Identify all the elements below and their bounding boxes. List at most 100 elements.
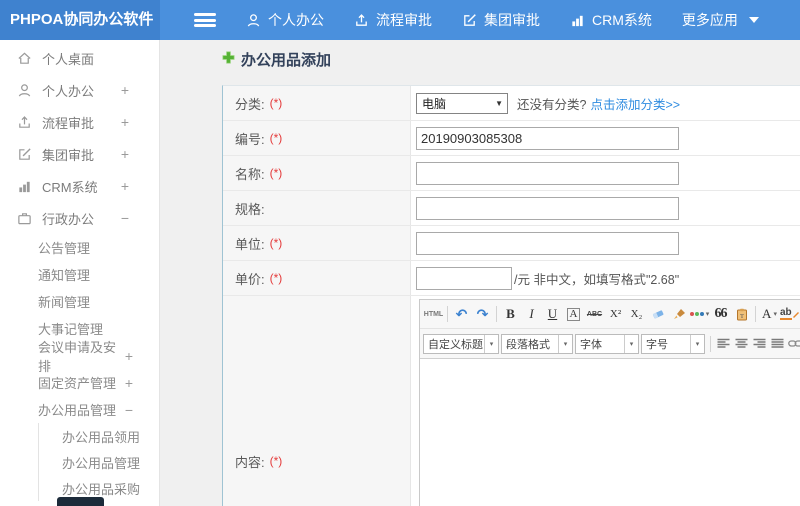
sidebar-item-desktop[interactable]: 个人桌面 [0, 42, 159, 74]
blockquote-button[interactable]: 66 [710, 304, 731, 324]
main-content: 办公用品添加 分类: (*) 电脑 ▼ 还没有分类? 点击添加分类>> 编号: … [160, 40, 800, 506]
editor-content-area[interactable] [420, 359, 800, 506]
sidebar-item-personal-office[interactable]: 个人办公 + [0, 74, 159, 106]
eraser-button[interactable] [647, 304, 668, 324]
collapse-toggle[interactable]: − [121, 210, 129, 226]
svg-text:T: T [740, 313, 744, 320]
app-logo: PHPOA协同办公软件 [0, 0, 160, 40]
html-source-button[interactable]: HTML [423, 304, 444, 324]
sidebar-subitem-notice[interactable]: 通知管理 [0, 261, 159, 288]
highlight-color-button[interactable]: ab ▾ [780, 304, 800, 324]
required-mark: (*) [269, 166, 283, 180]
unit-input[interactable] [416, 231, 679, 255]
link-icon [787, 340, 800, 347]
category-select[interactable]: 电脑 ▼ [416, 92, 508, 114]
add-plus-icon [222, 51, 235, 68]
align-left-button[interactable] [714, 334, 732, 354]
top-navbar: PHPOA协同办公软件 个人办公 流程审批 集团审批 CRM系统 更多应用 [0, 0, 800, 40]
name-label: 名称: [235, 166, 265, 182]
add-category-link[interactable]: 点击添加分类>> [590, 94, 680, 113]
nav-crm-system[interactable]: CRM系统 [570, 10, 652, 30]
subscript-button[interactable]: X₂ [626, 304, 647, 324]
bold-button[interactable]: B [500, 304, 521, 324]
align-justify-button[interactable] [768, 334, 786, 354]
superscript-button[interactable]: X² [605, 304, 626, 324]
font-size-select[interactable]: 字号 ▾ [641, 333, 705, 354]
price-input[interactable] [416, 266, 512, 290]
eraser-icon [652, 310, 663, 319]
required-mark: (*) [269, 271, 283, 285]
align-center-button[interactable] [732, 334, 750, 354]
sidebar-subitem-fixed-assets[interactable]: 固定资产管理 + [0, 369, 159, 396]
heading-select[interactable]: 自定义标题 ▾ [423, 333, 499, 354]
supplies-submenu: 办公用品领用 办公用品管理 办公用品采购 [38, 423, 159, 501]
bar-chart-icon [17, 179, 32, 194]
required-mark: (*) [269, 236, 283, 250]
format-box-button[interactable]: A [566, 307, 581, 321]
align-right-icon [753, 338, 765, 348]
price-label: 单价: [235, 271, 265, 287]
spec-input[interactable] [416, 196, 679, 220]
collapse-toggle[interactable]: − [125, 402, 133, 418]
edit-icon [17, 147, 32, 162]
sidebar-subitem-announcement[interactable]: 公告管理 [0, 234, 159, 261]
expand-toggle[interactable]: + [125, 375, 133, 391]
caret-down-icon [748, 17, 759, 23]
sidebar-subitem-supplies-manage[interactable]: 办公用品管理 [39, 449, 159, 475]
nav-personal-office[interactable]: 个人办公 [246, 10, 324, 30]
required-mark: (*) [269, 96, 283, 110]
form-row-code: 编号: (*) [223, 121, 800, 156]
expand-toggle[interactable]: + [121, 178, 129, 194]
link-status-bubble [57, 497, 104, 506]
expand-toggle[interactable]: + [121, 82, 129, 98]
home-icon [17, 51, 32, 66]
align-justify-icon [771, 338, 783, 348]
sidebar-item-group-approval[interactable]: 集团审批 + [0, 138, 159, 170]
required-mark: (*) [269, 454, 283, 468]
editor-toolbar-row2: 自定义标题 ▾ 段落格式 ▾ 字体 ▾ 字号 ▾ [420, 329, 800, 359]
editor-toolbar-row1: HTML ↶ ↷ B I U A ABC X² X₂ ▾ 66 T A ▾ ab [420, 300, 800, 329]
sidebar-subitem-meeting[interactable]: 会议申请及安排 + [0, 340, 159, 374]
form-row-category: 分类: (*) 电脑 ▼ 还没有分类? 点击添加分类>> [223, 86, 800, 121]
align-right-button[interactable] [750, 334, 768, 354]
align-left-icon [717, 338, 729, 348]
nav-group-approval[interactable]: 集团审批 [462, 10, 540, 30]
sidebar-subitem-supplies-claim[interactable]: 办公用品领用 [39, 423, 159, 449]
sidebar-item-workflow-approval[interactable]: 流程审批 + [0, 106, 159, 138]
expand-toggle[interactable]: + [121, 146, 129, 162]
nav-more-apps[interactable]: 更多应用 [682, 10, 759, 30]
edit-icon [462, 13, 477, 28]
nav-workflow-approval[interactable]: 流程审批 [354, 10, 432, 30]
underline-button[interactable]: U [542, 304, 563, 324]
strikethrough-button[interactable]: ABC [584, 304, 605, 324]
caret-down-icon: ▾ [558, 334, 572, 353]
sidebar-item-admin-office[interactable]: 行政办公 − [0, 202, 159, 234]
expand-toggle[interactable]: + [125, 348, 133, 364]
code-input[interactable] [416, 126, 679, 150]
expand-toggle[interactable]: + [121, 114, 129, 130]
sidebar: 个人桌面 个人办公 + 流程审批 + 集团审批 + CRM系统 + 行政办公 −… [0, 40, 160, 506]
color-dots-button[interactable]: ▾ [689, 304, 710, 324]
share-up-icon [354, 13, 369, 28]
clipboard-icon: T [736, 308, 747, 320]
insert-link-button[interactable] [786, 334, 800, 354]
name-input[interactable] [416, 161, 679, 185]
font-color-button[interactable]: A ▾ [759, 304, 780, 324]
caret-down-icon: ▾ [484, 334, 498, 353]
sidebar-item-crm[interactable]: CRM系统 + [0, 170, 159, 202]
sidebar-subitem-news[interactable]: 新闻管理 [0, 288, 159, 315]
caret-down-icon: ▾ [690, 334, 704, 353]
paragraph-format-select[interactable]: 段落格式 ▾ [501, 333, 573, 354]
sidebar-subitem-office-supplies[interactable]: 办公用品管理 − [0, 396, 159, 423]
font-family-select[interactable]: 字体 ▾ [575, 333, 639, 354]
undo-button[interactable]: ↶ [451, 304, 472, 324]
menu-icon[interactable] [194, 13, 216, 27]
form-row-name: 名称: (*) [223, 156, 800, 191]
align-center-icon [735, 338, 747, 348]
italic-button[interactable]: I [521, 304, 542, 324]
format-brush-button[interactable] [668, 304, 689, 324]
redo-button[interactable]: ↷ [472, 304, 493, 324]
paste-text-button[interactable]: T [731, 304, 752, 324]
form-row-spec: 规格: [223, 191, 800, 226]
page-title: 办公用品添加 [222, 49, 331, 70]
